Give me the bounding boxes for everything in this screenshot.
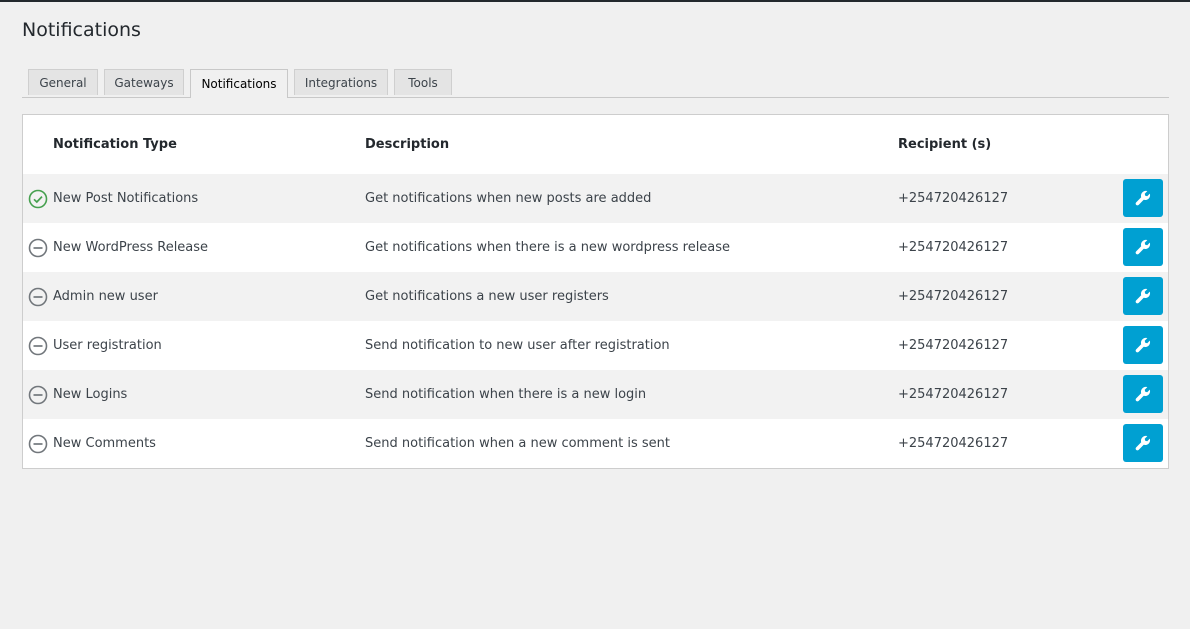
minus-circle-icon: [28, 336, 48, 356]
minus-circle-icon: [28, 238, 48, 258]
tab-tools[interactable]: Tools: [394, 69, 452, 95]
tab-gateways[interactable]: Gateways: [104, 69, 184, 95]
page-title: Notifications: [22, 19, 141, 41]
header-description: Description: [365, 137, 450, 152]
edit-button[interactable]: [1123, 179, 1163, 217]
notification-type: New WordPress Release: [53, 240, 209, 255]
top-bar: [0, 0, 1190, 2]
notification-description: Send notification to new user after regi…: [365, 338, 670, 353]
notification-type: New Comments: [53, 436, 156, 451]
edit-button[interactable]: [1123, 424, 1163, 462]
notification-description: Get notifications a new user registers: [365, 289, 609, 304]
notification-type: Admin new user: [53, 289, 158, 304]
wrench-icon: [1135, 288, 1151, 304]
table-row: New Logins Send notification when there …: [23, 370, 1168, 419]
notification-recipient: +254720426127: [898, 436, 1009, 451]
notification-description: Send notification when a new comment is …: [365, 436, 670, 451]
notification-recipient: +254720426127: [898, 387, 1009, 402]
tab-bar: General Gateways Notifications Integrati…: [22, 69, 1169, 98]
header-recipient: Recipient (s): [898, 137, 992, 152]
notification-recipient: +254720426127: [898, 289, 1009, 304]
table-row: Admin new user Get notifications a new u…: [23, 272, 1168, 321]
notification-description: Get notifications when new posts are add…: [365, 191, 652, 206]
wrench-icon: [1135, 239, 1151, 255]
minus-circle-icon: [28, 287, 48, 307]
tab-general[interactable]: General: [28, 69, 98, 95]
minus-circle-icon: [28, 385, 48, 405]
notifications-table: Notification Type Description Recipient …: [22, 114, 1169, 469]
notification-type: New Post Notifications: [53, 191, 199, 206]
edit-button[interactable]: [1123, 228, 1163, 266]
notification-recipient: +254720426127: [898, 240, 1009, 255]
table-row: New Post Notifications Get notifications…: [23, 174, 1168, 223]
table-row: User registration Send notification to n…: [23, 321, 1168, 370]
notification-description: Send notification when there is a new lo…: [365, 387, 647, 402]
table-row: New Comments Send notification when a ne…: [23, 419, 1168, 468]
table-row: New WordPress Release Get notifications …: [23, 223, 1168, 272]
table-header: Notification Type Description Recipient …: [23, 115, 1168, 175]
notification-type: New Logins: [53, 387, 128, 402]
wrench-icon: [1135, 386, 1151, 402]
edit-button[interactable]: [1123, 375, 1163, 413]
notification-recipient: +254720426127: [898, 338, 1009, 353]
tab-notifications[interactable]: Notifications: [190, 69, 288, 98]
notification-description: Get notifications when there is a new wo…: [365, 240, 731, 255]
notification-recipient: +254720426127: [898, 191, 1009, 206]
header-notification-type: Notification Type: [53, 137, 177, 152]
wrench-icon: [1135, 435, 1151, 451]
check-circle-icon: [28, 189, 48, 209]
tab-integrations[interactable]: Integrations: [294, 69, 388, 95]
minus-circle-icon: [28, 434, 48, 454]
edit-button[interactable]: [1123, 326, 1163, 364]
edit-button[interactable]: [1123, 277, 1163, 315]
wrench-icon: [1135, 190, 1151, 206]
notification-type: User registration: [53, 338, 162, 353]
wrench-icon: [1135, 337, 1151, 353]
